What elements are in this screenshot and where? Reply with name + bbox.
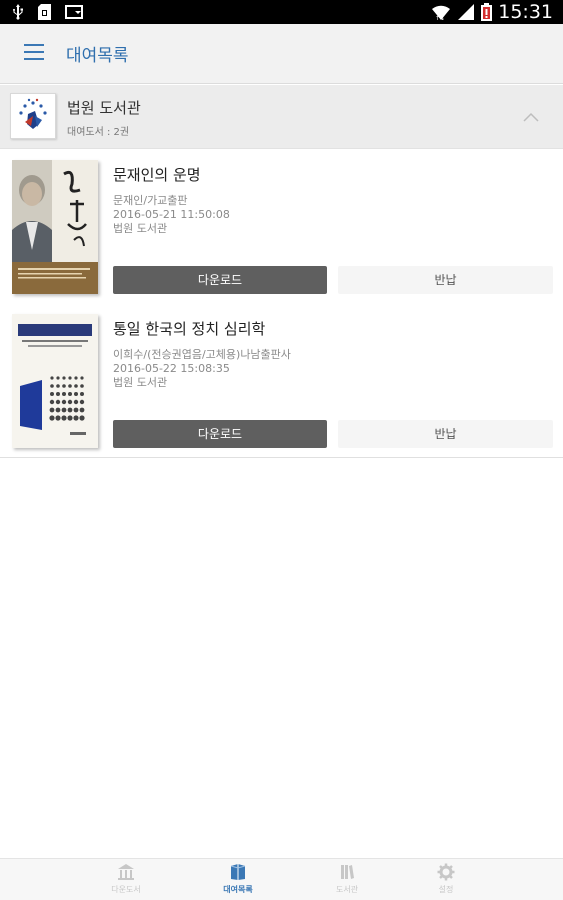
- gear-icon: [401, 863, 491, 881]
- book-icon: [193, 863, 283, 881]
- page-title: 대여목록: [66, 46, 129, 66]
- download-button[interactable]: 다운로드: [113, 266, 327, 294]
- bottom-navigation: 다운도서 대여목록 도서관 설정: [0, 858, 563, 900]
- book-library: 법원 도서관: [113, 222, 168, 235]
- book-library: 법원 도서관: [113, 376, 168, 389]
- nav-rental-list[interactable]: 대여목록: [193, 863, 283, 899]
- sd-card-icon: [38, 4, 51, 20]
- battery-icon: [481, 3, 493, 21]
- usb-icon: [12, 4, 24, 20]
- library-building-icon: [81, 863, 171, 881]
- book-cover-image[interactable]: [12, 160, 98, 294]
- chevron-up-icon[interactable]: [523, 107, 539, 126]
- nav-label: 대여목록: [223, 885, 253, 894]
- return-button[interactable]: 반납: [338, 266, 553, 294]
- cast-icon: [65, 4, 83, 20]
- library-name: 법원 도서관: [67, 99, 141, 117]
- book-item: 문재인의 운명 문재인/가교출판 2016-05-21 11:50:08 법원 …: [0, 150, 563, 304]
- status-bar-left: [12, 4, 83, 20]
- bookshelf-icon: [302, 863, 392, 881]
- book-item: 통일 한국의 정치 심리학 이희수/(전승권엽음/고체용)나남출판사 2016-…: [0, 304, 563, 458]
- signal-icon: [457, 3, 475, 21]
- court-library-logo: [10, 93, 56, 139]
- book-author-publisher: 문재인/가교출판: [113, 194, 188, 207]
- book-rental-datetime: 2016-05-21 11:50:08: [113, 208, 230, 221]
- app-bar: 대여목록: [0, 24, 563, 84]
- nav-label: 도서관: [335, 885, 359, 894]
- svg-text:↑↓: ↑↓: [435, 15, 445, 21]
- clock: 15:31: [498, 1, 553, 23]
- download-button[interactable]: 다운로드: [113, 420, 327, 448]
- nav-settings[interactable]: 설정: [401, 863, 491, 899]
- library-group-header[interactable]: 법원 도서관 대여도서 : 2권: [0, 85, 563, 149]
- book-cover-image[interactable]: [12, 314, 98, 448]
- nav-downloaded-books[interactable]: 다운도서: [81, 863, 171, 899]
- nav-library[interactable]: 도서관: [302, 863, 392, 899]
- book-title: 통일 한국의 정치 심리학: [113, 320, 266, 338]
- nav-label: 다운도서: [111, 885, 141, 894]
- status-bar: ↑↓ 15:31: [0, 0, 563, 24]
- rental-count: 대여도서 : 2권: [67, 127, 130, 138]
- wifi-icon: ↑↓: [431, 3, 451, 21]
- book-title: 문재인의 운명: [113, 166, 201, 184]
- status-bar-right: ↑↓ 15:31: [431, 1, 553, 23]
- book-rental-datetime: 2016-05-22 15:08:35: [113, 362, 230, 375]
- book-author-publisher: 이희수/(전승권엽음/고체용)나남출판사: [113, 348, 291, 361]
- hamburger-menu-icon[interactable]: [24, 44, 44, 62]
- nav-label: 설정: [438, 885, 454, 894]
- return-button[interactable]: 반납: [338, 420, 553, 448]
